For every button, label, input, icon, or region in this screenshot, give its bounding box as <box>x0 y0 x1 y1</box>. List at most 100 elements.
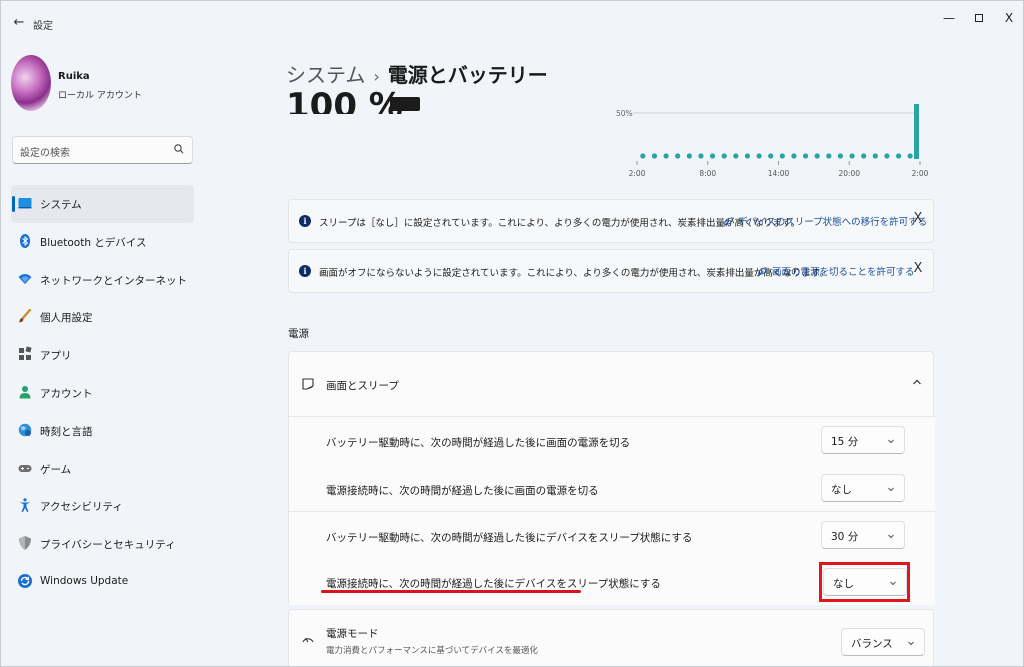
chart-point <box>849 153 855 159</box>
search-icon <box>174 144 184 154</box>
card-title: 電源モード <box>326 628 379 640</box>
chevron-up-icon <box>913 379 921 385</box>
sidebar-item-label: アプリ <box>40 350 72 363</box>
battery-sleep-dropdown[interactable]: 30 分 <box>821 521 905 549</box>
sidebar-item-label: Bluetooth とデバイス <box>40 236 147 249</box>
allow-sleep-link[interactable]: デバイスのスリープ状態への移行を許可する <box>723 214 927 228</box>
sidebar-item-network[interactable]: ネットワークとインターネット <box>11 261 194 299</box>
avatar[interactable] <box>11 55 51 111</box>
sidebar-item-time-language[interactable]: 時刻と言語 <box>11 412 194 450</box>
chart-point <box>709 153 716 159</box>
leaf-icon <box>758 267 767 277</box>
dismiss-notice-button[interactable]: X <box>911 212 925 226</box>
back-button[interactable]: ← <box>11 15 27 31</box>
account-icon <box>19 385 31 399</box>
setting-label: 電源接続時に、次の時間が経過した後にデバイスをスリープ状態にする <box>326 578 661 590</box>
highlight-box <box>819 562 910 602</box>
chart-tick-label: 2:00 <box>629 169 646 178</box>
bluetooth-icon <box>20 233 30 248</box>
close-icon: X <box>913 211 923 226</box>
close-window-button[interactable]: X <box>999 10 1019 26</box>
chart-gridline-label: 50% <box>616 109 633 118</box>
dropdown-value: バランス <box>851 638 893 650</box>
breadcrumb-separator: › <box>373 67 380 86</box>
chart-marks <box>640 104 919 159</box>
close-icon: X <box>913 261 923 276</box>
sleep-notice: i スリープは［なし］に設定されています。これにより、より多くの電力が使用され、… <box>288 199 934 243</box>
sidebar-item-system[interactable]: システム <box>11 185 194 223</box>
chart-point <box>721 153 727 159</box>
chevron-down-icon <box>888 534 894 539</box>
chevron-down-icon <box>888 487 894 492</box>
gamepad-icon <box>18 464 32 472</box>
info-icon: i <box>299 265 311 277</box>
sidebar-item-label: ネットワークとインターネット <box>40 274 187 287</box>
chart-point <box>744 153 751 159</box>
chevron-down-icon <box>908 641 914 646</box>
chart-tick-label: 20:00 <box>838 169 860 178</box>
sidebar-item-gaming[interactable]: ゲーム <box>11 450 194 488</box>
page-title: 電源とバッテリー <box>387 63 548 87</box>
sidebar-item-label: 時刻と言語 <box>40 425 93 438</box>
accessibility-icon <box>19 498 31 513</box>
plugged-screen-off-dropdown[interactable]: なし <box>821 474 905 502</box>
screen-and-sleep-header[interactable]: 画面とスリープ <box>289 352 935 416</box>
chart-point <box>802 153 809 159</box>
user-name: Ruika <box>58 71 90 82</box>
battery-screen-off-dropdown[interactable]: 15 分 <box>821 426 905 454</box>
chart-point <box>733 153 739 159</box>
sidebar-item-accounts[interactable]: アカウント <box>11 374 194 412</box>
maximize-button[interactable] <box>969 10 989 26</box>
chart-point <box>663 153 669 159</box>
chart-tick-label: 2:00 <box>912 169 929 178</box>
brush-icon <box>19 309 32 323</box>
app-title: 設定 <box>33 21 53 32</box>
settings-window: ← 設定 — X Ruika ローカル アカウント 設定の検索 システム Blu… <box>0 0 1024 667</box>
battery-level-chart: 50% 2:00 8:00 14:00 20:00 2:00 <box>616 104 929 178</box>
chart-point <box>675 153 681 159</box>
sidebar-item-label: アカウント <box>40 387 93 400</box>
chart-point <box>640 153 646 159</box>
screen-off-group: バッテリー駆動時に、次の時間が経過した後に画面の電源を切る 15 分 電源接続時… <box>289 416 935 511</box>
sidebar-item-label: 個人用設定 <box>40 312 93 325</box>
globe-icon <box>18 423 32 436</box>
chart-point <box>884 153 890 159</box>
dropdown-value: なし <box>831 484 852 496</box>
chart-tick-label: 14:00 <box>768 169 790 178</box>
sidebar-item-apps[interactable]: アプリ <box>11 336 194 374</box>
section-heading-power: 電源 <box>288 328 309 340</box>
breadcrumb-parent[interactable]: システム <box>286 63 365 87</box>
allow-screen-off-link[interactable]: 画面の電源を切ることを許可する <box>757 264 915 278</box>
active-indicator <box>12 196 15 212</box>
chart-point <box>814 153 820 159</box>
dropdown-value: 30 分 <box>831 531 859 543</box>
chart-point <box>686 153 692 159</box>
chart-point <box>698 153 704 159</box>
sidebar-item-bluetooth[interactable]: Bluetooth とデバイス <box>11 223 194 261</box>
search-input[interactable]: 設定の検索 <box>12 136 193 164</box>
chart-tick-label: 8:00 <box>699 169 716 178</box>
maximize-icon <box>975 14 983 22</box>
sidebar-item-windows-update[interactable]: Windows Update <box>11 563 194 601</box>
power-mode-dropdown[interactable]: バランス <box>841 628 925 656</box>
chevron-down-icon <box>888 439 894 444</box>
sidebar-item-privacy[interactable]: プライバシーとセキュリティ <box>11 525 194 563</box>
update-icon <box>18 573 32 588</box>
minimize-icon: — <box>943 11 955 25</box>
battery-icon <box>390 97 420 111</box>
speedometer-icon <box>302 637 314 643</box>
chart-point <box>779 153 785 159</box>
chart-point <box>651 153 658 159</box>
shield-icon <box>19 536 31 551</box>
minimize-button[interactable]: — <box>939 10 959 26</box>
dismiss-notice-button[interactable]: X <box>911 262 925 276</box>
chart-point <box>826 153 832 159</box>
leaf-icon <box>724 217 733 227</box>
dropdown-value: 15 分 <box>831 436 859 448</box>
search-placeholder: 設定の検索 <box>20 148 70 159</box>
chart-point <box>768 153 774 159</box>
chart-x-ticks: 2:00 8:00 14:00 20:00 2:00 <box>629 161 929 178</box>
screen-sleep-icon <box>302 378 314 390</box>
sidebar-item-accessibility[interactable]: アクセシビリティ <box>11 487 194 525</box>
sidebar-item-personalization[interactable]: 個人用設定 <box>11 298 194 336</box>
